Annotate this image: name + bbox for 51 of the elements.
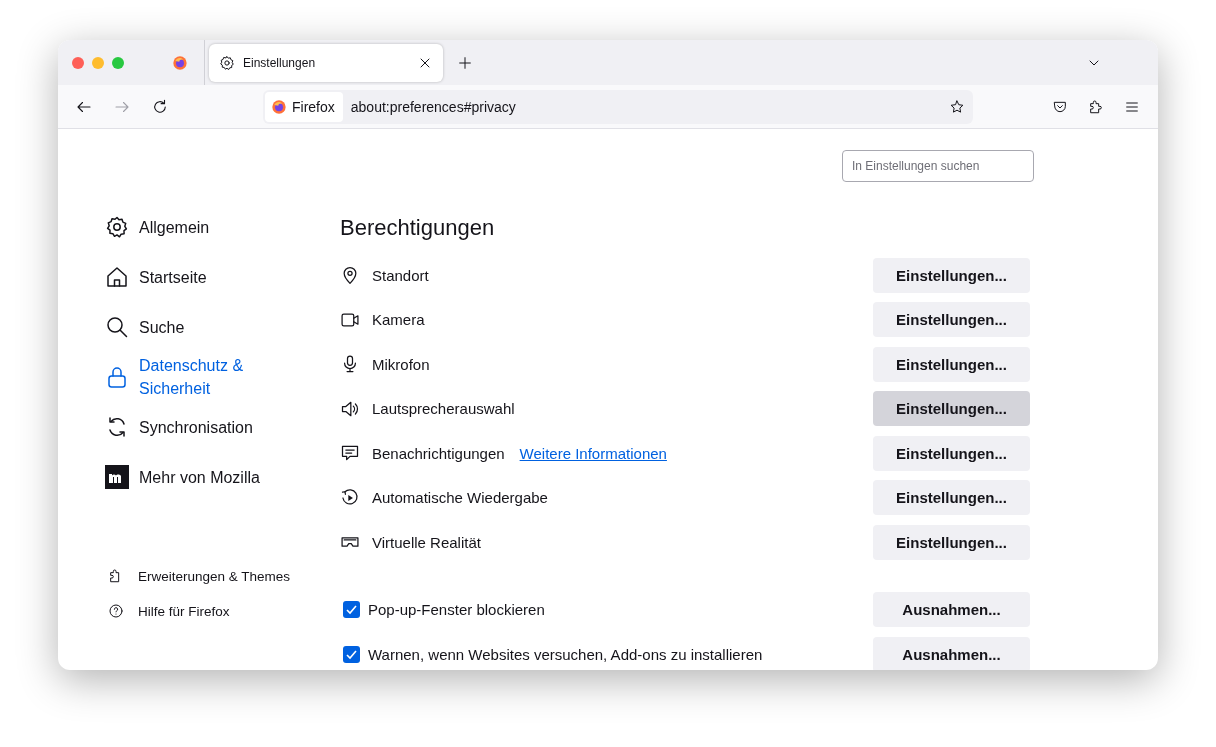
sidebar-item[interactable]: Datenschutz & Sicherheit	[105, 352, 340, 402]
setting-label: Benachrichtigungen	[372, 444, 505, 462]
sidebar-item[interactable]: Suche	[105, 302, 340, 352]
setting-label: Pop-up-Fenster blockieren	[368, 601, 545, 619]
puzzle-icon[interactable]	[1088, 98, 1104, 115]
setting-label: Warnen, wenn Websites versuchen, Add-ons zu installieren	[368, 645, 763, 663]
close-window-button[interactable]	[72, 56, 84, 69]
settings-button[interactable]: Einstellungen...	[873, 346, 1030, 382]
settings-button[interactable]: Ausnahmen...	[873, 592, 1030, 628]
setting-label: Automatische Wiedergabe	[372, 489, 548, 507]
setting-label: Kamera	[372, 311, 425, 329]
settings-button[interactable]: Einstellungen...	[873, 524, 1030, 560]
mozilla-logo-icon	[105, 465, 129, 489]
help-icon	[108, 603, 124, 619]
sidebar-item[interactable]: Mehr von Mozilla	[105, 452, 340, 502]
settings-icon	[219, 54, 235, 71]
bookmark-star-icon[interactable]	[949, 98, 965, 115]
learn-more-link[interactable]: Weitere Informationen	[519, 444, 667, 462]
checkbox[interactable]	[343, 601, 360, 619]
setting-label: Virtuelle Realität	[372, 533, 481, 551]
lock-icon	[105, 365, 129, 389]
search-field[interactable]: In Einstellungen suchen	[842, 150, 1034, 182]
identity-button[interactable]: Firefox	[265, 91, 343, 122]
new-tab-icon[interactable]	[457, 54, 473, 71]
sidebar-link[interactable]: Hilfe für Firefox	[108, 603, 340, 619]
checkbox[interactable]	[343, 645, 360, 663]
address-bar[interactable]: Firefox about:preferences#privacy	[263, 89, 973, 124]
url-text: about:preferences#privacy	[350, 98, 517, 115]
settings-button[interactable]: Einstellungen...	[873, 391, 1030, 427]
sidebar-item[interactable]: Allgemein	[105, 202, 340, 252]
sidebar-link[interactable]: Erweiterungen & Themes	[108, 568, 340, 584]
search-icon	[105, 315, 129, 339]
settings-button[interactable]: Ausnahmen...	[873, 636, 1030, 670]
home-icon	[105, 265, 129, 289]
setting-label: Standort	[372, 266, 429, 284]
tab-title: Einstellungen	[243, 55, 317, 70]
firefox-logo-icon[interactable]	[172, 54, 188, 71]
browser-tab[interactable]: Einstellungen	[209, 43, 443, 82]
sidebar-item[interactable]: Synchronisation	[105, 402, 340, 452]
section-heading: Berechtigungen	[340, 215, 496, 241]
setting-label: Mikrofon	[372, 355, 430, 373]
autoplay-icon	[340, 487, 360, 508]
settings-button[interactable]: Einstellungen...	[873, 480, 1030, 516]
settings-button[interactable]: Einstellungen...	[873, 257, 1030, 293]
reload-icon[interactable]	[151, 97, 169, 116]
setting-label: Lautsprecherauswahl	[372, 400, 515, 418]
settings-icon	[105, 215, 129, 239]
settings-button[interactable]: Einstellungen...	[873, 435, 1030, 471]
firefox-logo-icon	[271, 98, 287, 115]
sidebar-item[interactable]: Startseite	[105, 252, 340, 302]
settings-button[interactable]: Einstellungen...	[873, 302, 1030, 338]
